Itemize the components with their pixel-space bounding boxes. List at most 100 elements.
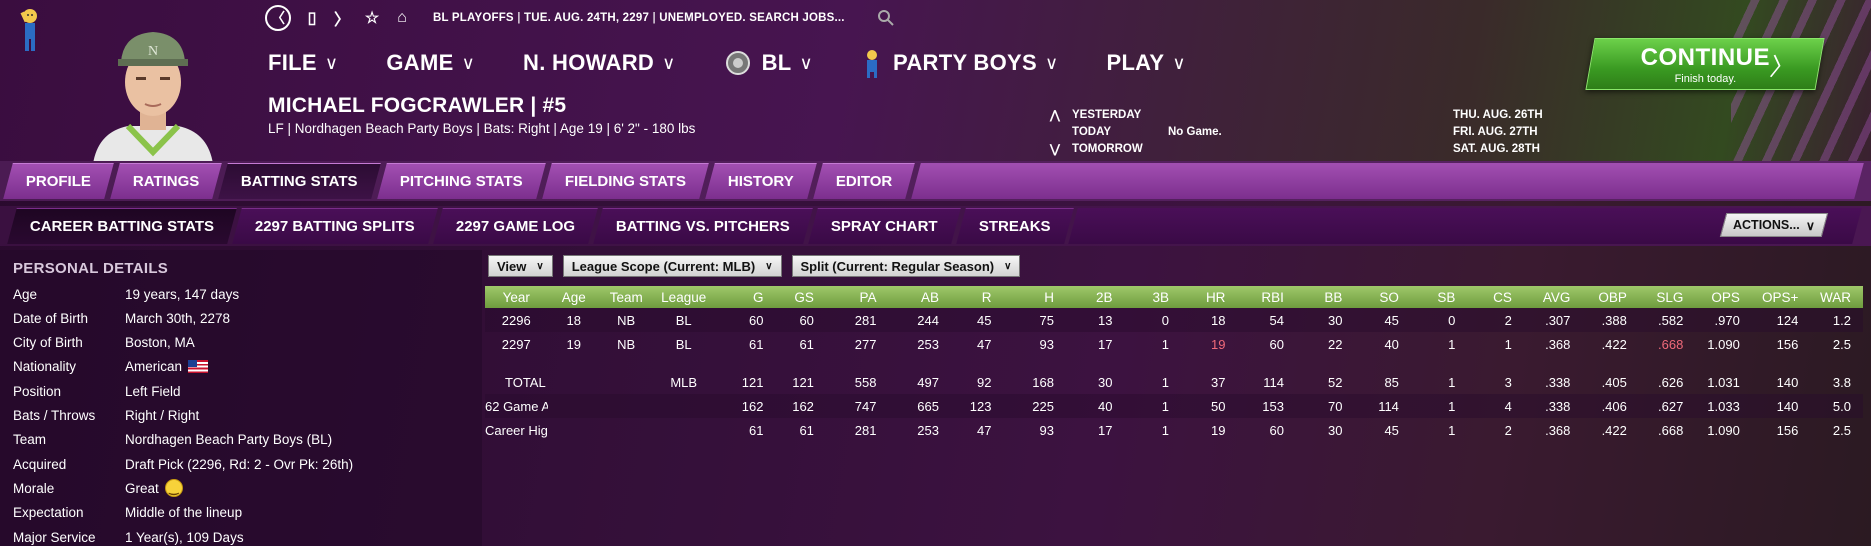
schedule-tomorrow[interactable]: ⋁ TOMORROW [1050, 141, 1222, 158]
actions-dropdown[interactable]: ACTIONS... ∨ [1719, 213, 1829, 237]
menu-team[interactable]: PARTY BOYS ∨ [861, 46, 1058, 80]
tab-history[interactable]: HISTORY [705, 163, 817, 199]
game-logo-icon[interactable] [14, 6, 46, 54]
us-flag-icon [188, 360, 209, 374]
chevron-down-icon: ∨ [1044, 52, 1059, 73]
tab-profile[interactable]: PROFILE [3, 163, 114, 199]
forward-icon[interactable]: 〉 [333, 6, 351, 30]
column-header[interactable]: H [1003, 286, 1066, 308]
column-header[interactable]: League [652, 286, 715, 308]
tab-spray-chart[interactable]: SPRAY CHART [808, 208, 961, 244]
column-header[interactable]: OPS [1695, 286, 1752, 308]
league-scope-dropdown[interactable]: League Scope (Current: MLB) ∨ [562, 255, 782, 277]
view-dropdown[interactable]: View ∨ [488, 255, 553, 277]
column-header[interactable]: WAR [1810, 286, 1863, 308]
player-name-line: MICHAEL FOGCRAWLER | #5 [268, 94, 567, 117]
schedule-today[interactable]: TODAY No Game. [1050, 124, 1222, 141]
menu-file[interactable]: FILE ∨ [268, 46, 338, 80]
detail-value: March 30th, 2278 [125, 310, 231, 326]
tab-pitching-stats[interactable]: PITCHING STATS [377, 163, 546, 199]
table-cell: 1.031 [1707, 374, 1740, 390]
upcoming-dates: THU. AUG. 26TH FRI. AUG. 27TH SAT. AUG. … [1453, 107, 1543, 158]
column-header[interactable]: OBP [1582, 286, 1639, 308]
table-cell: .368 [1545, 422, 1571, 438]
upcoming-date[interactable]: SAT. AUG. 28TH [1453, 141, 1543, 158]
back-forward-button[interactable]: 〈 [265, 5, 291, 31]
star-icon[interactable]: ☆ [363, 8, 381, 28]
column-header[interactable]: AB [888, 286, 951, 308]
status-job[interactable]: UNEMPLOYED. SEARCH JOBS... [659, 12, 844, 24]
continue-button[interactable]: CONTINUE Finish today. 〉 [1585, 38, 1825, 90]
detail-label: Acquired [13, 456, 67, 472]
detail-label: Expectation [13, 505, 84, 521]
schedule-yesterday[interactable]: ⋀ YESTERDAY [1050, 107, 1222, 124]
table-cell: 0 [1124, 308, 1181, 332]
table-cell: 665 [888, 394, 951, 418]
detail-value[interactable]: Boston, MA [125, 335, 195, 350]
table-cell: 244 [888, 308, 951, 332]
column-header[interactable]: SB [1410, 286, 1468, 308]
status-playoffs: BL PLAYOFFS [433, 12, 514, 24]
column-header[interactable]: Year [485, 286, 548, 308]
tab-ratings[interactable]: RATINGS [110, 163, 223, 199]
column-header[interactable]: RBI [1237, 286, 1296, 308]
tab-batting-stats[interactable]: BATTING STATS [218, 163, 381, 199]
column-header[interactable]: PA [825, 286, 889, 308]
chevron-down-icon[interactable]: ⋁ [1050, 141, 1072, 158]
table-cell [548, 418, 600, 442]
table-cell: NB [617, 336, 636, 352]
column-header[interactable]: 3B [1124, 286, 1181, 308]
summary-row: 62 Game AVG16216274766512322540150153701… [485, 394, 1863, 418]
column-header[interactable]: HR [1180, 286, 1238, 308]
tab-batting-splits[interactable]: 2297 BATTING SPLITS [232, 208, 438, 244]
column-header[interactable]: BB [1295, 286, 1355, 308]
column-header[interactable]: SLG [1638, 286, 1696, 308]
table-cell: 17 [1098, 336, 1113, 352]
table-cell: 93 [1039, 336, 1054, 352]
column-header[interactable]: Age [547, 286, 600, 308]
tab-fielding-stats[interactable]: FIELDING STATS [542, 163, 709, 199]
detail-label: City of Birth [13, 335, 83, 351]
tab-game-log[interactable]: 2297 GAME LOG [433, 208, 598, 244]
status-date: TUE. AUG. 24TH, 2297 [524, 12, 650, 24]
table-cell: .627 [1638, 394, 1696, 418]
primary-tabs: PROFILE RATINGS BATTING STATS PITCHING S… [0, 161, 1871, 201]
split-dropdown[interactable]: Split (Current: Regular Season) ∨ [791, 255, 1021, 277]
detail-row: Age 19 years, 147 days [13, 282, 473, 306]
menu-manager[interactable]: N. HOWARD ∨ [523, 46, 676, 80]
upcoming-date[interactable]: FRI. AUG. 27TH [1453, 124, 1543, 141]
search-icon[interactable] [877, 9, 895, 27]
column-header[interactable]: GS [775, 286, 826, 308]
menu-game[interactable]: GAME ∨ [386, 46, 475, 80]
column-header[interactable]: Team [599, 286, 653, 308]
column-header[interactable]: OPS+ [1751, 286, 1811, 308]
menu-play[interactable]: PLAY ∨ [1106, 46, 1185, 80]
bookmark-icon[interactable]: ▯ [303, 8, 321, 28]
column-header[interactable]: R [950, 286, 1004, 308]
table-cell: .368 [1545, 336, 1571, 352]
column-header[interactable]: SO [1354, 286, 1411, 308]
column-header[interactable]: CS [1467, 286, 1524, 308]
table-row: 2296 18 NB BL 60 60 281 244 45 75 13 0 18 54 30 45 0 2.30… [485, 308, 1863, 332]
tab-career-batting-stats[interactable]: CAREER BATTING STATS [7, 208, 237, 244]
upcoming-date[interactable]: THU. AUG. 26TH [1453, 107, 1543, 124]
table-cell: .338 [1545, 374, 1571, 390]
column-header[interactable]: G [714, 286, 776, 308]
tab-batting-vs-pitchers[interactable]: BATTING VS. PITCHERS [593, 208, 813, 244]
detail-value[interactable]: Nordhagen Beach Party Boys (BL) [125, 432, 332, 447]
svg-text:N: N [148, 44, 158, 59]
league-emblem-icon [725, 51, 750, 75]
column-header[interactable]: AVG [1523, 286, 1583, 308]
table-cell: 558 [854, 374, 877, 390]
menu-league[interactable]: BL ∨ [724, 46, 813, 80]
tab-editor[interactable]: EDITOR [812, 163, 916, 199]
detail-row: City of Birth Boston, MA [13, 331, 473, 355]
chevron-up-icon[interactable]: ⋀ [1050, 107, 1072, 124]
table-cell: 114 [1263, 374, 1284, 390]
home-icon[interactable]: ⌂ [393, 9, 411, 27]
tab-streaks[interactable]: STREAKS [955, 208, 1074, 244]
personal-details-title: PERSONAL DETAILS [13, 260, 169, 277]
table-cell: 3 [1504, 374, 1512, 390]
column-header[interactable]: 2B [1065, 286, 1125, 308]
table-cell: .388 [1582, 308, 1639, 332]
